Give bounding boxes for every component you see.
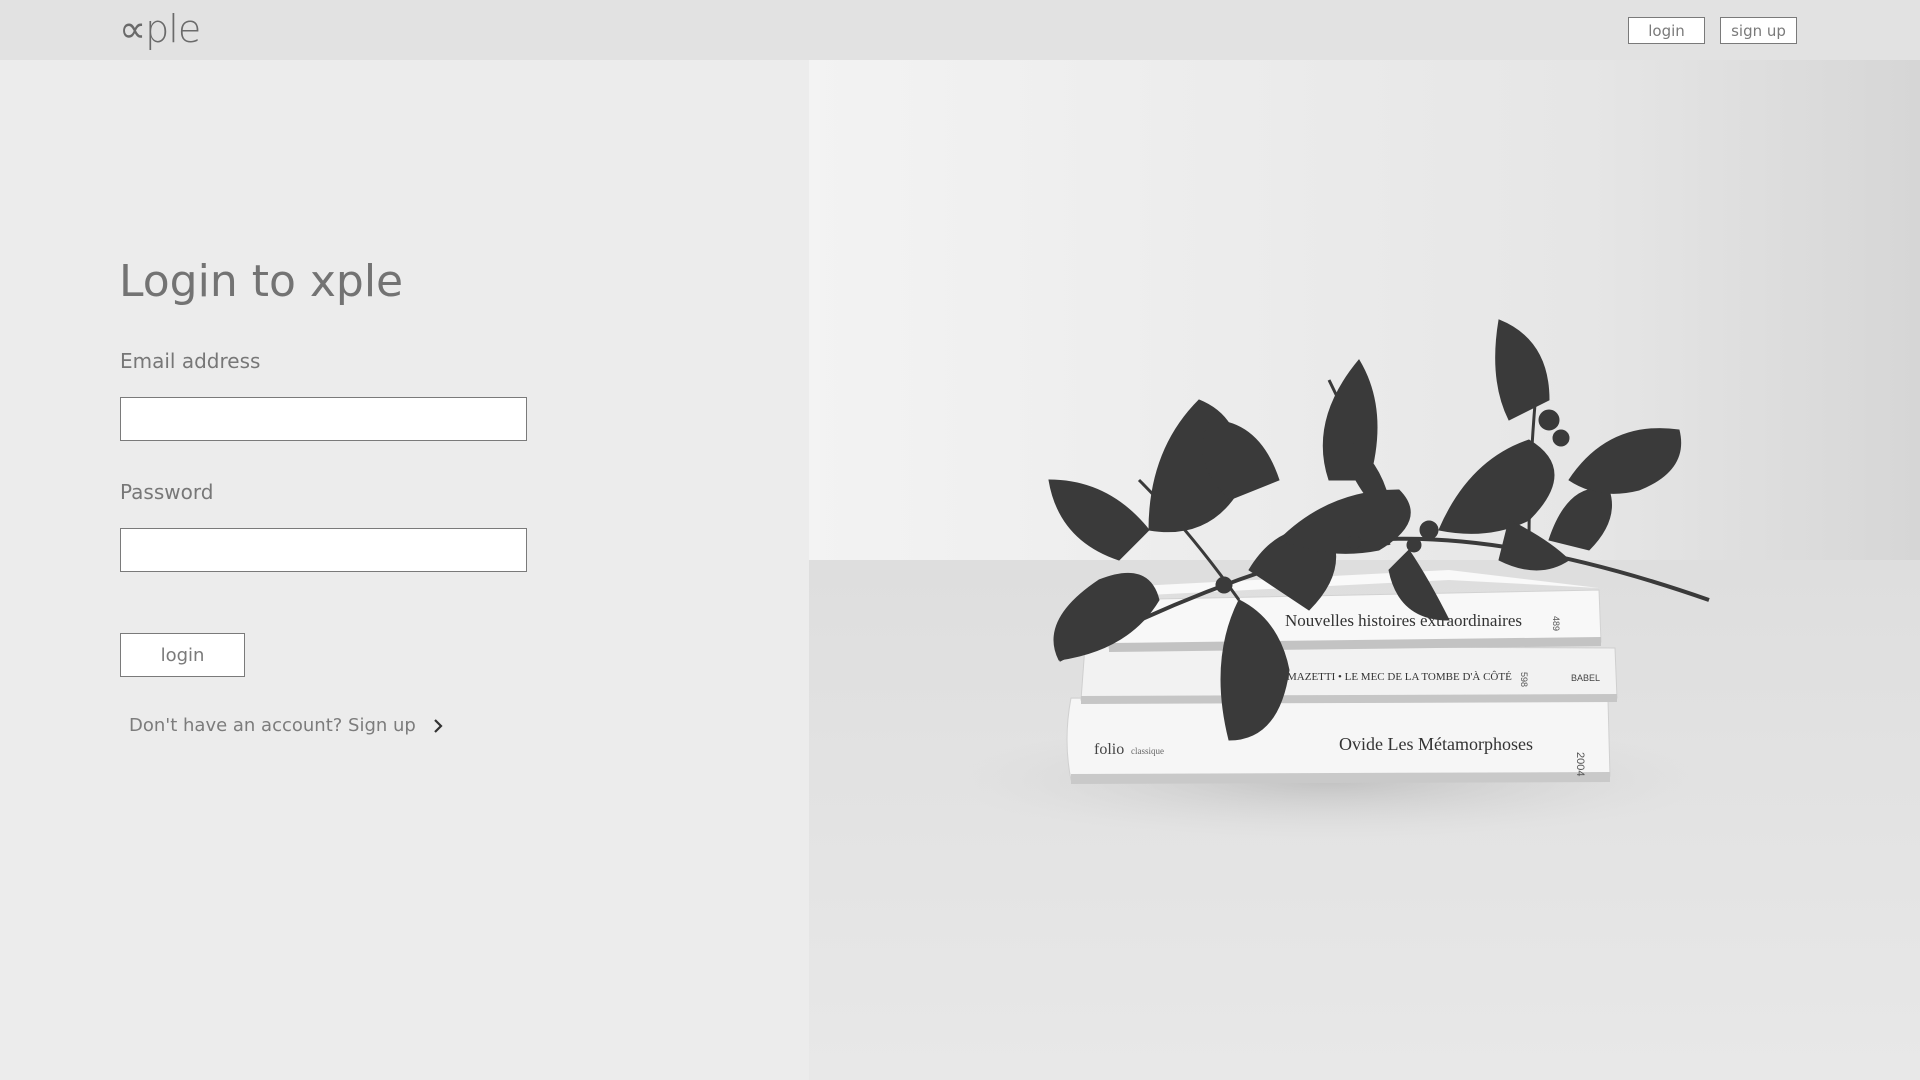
hero-image: folio classique Ovide Les Métamorphoses … — [809, 60, 1920, 1080]
password-label: Password — [120, 480, 214, 504]
book-title-bottom: Ovide Les Métamorphoses — [1339, 734, 1533, 754]
login-submit-button[interactable]: login — [120, 633, 245, 677]
xple-logo[interactable]: ∝ple — [119, 5, 201, 53]
email-label: Email address — [120, 349, 261, 373]
top-header: ∝ple login sign up — [0, 0, 1920, 60]
signup-link-text: Don't have an account? Sign up — [129, 715, 416, 736]
book-title-top: Nouvelles histoires extraordinaires — [1285, 611, 1522, 630]
chevron-right-icon — [430, 716, 446, 736]
spine-number-top: 489 — [1551, 616, 1561, 631]
publisher-top: BABEL — [1571, 673, 1600, 683]
books-and-plant-illustration: folio classique Ovide Les Métamorphoses … — [809, 60, 1920, 1080]
email-input[interactable] — [120, 397, 527, 441]
spine-number-middle: 598 — [1519, 672, 1529, 687]
header-login-button[interactable]: login — [1628, 17, 1705, 44]
publisher-bottom-sub: classique — [1131, 746, 1164, 756]
book-bottom: folio classique Ovide Les Métamorphoses … — [1066, 697, 1611, 784]
signup-link[interactable]: Don't have an account? Sign up — [129, 715, 446, 736]
spine-number-bottom: 2004 — [1574, 752, 1586, 776]
header-signup-button[interactable]: sign up — [1720, 17, 1797, 44]
book-title-middle: MAZETTI • LE MEC DE LA TOMBE D'À CÔTÉ — [1287, 671, 1512, 683]
publisher-bottom: folio — [1094, 741, 1124, 758]
book-middle: MAZETTI • LE MEC DE LA TOMBE D'À CÔTÉ BA… — [1080, 645, 1618, 704]
page-title: Login to xple — [119, 256, 404, 307]
password-input[interactable] — [120, 528, 527, 572]
